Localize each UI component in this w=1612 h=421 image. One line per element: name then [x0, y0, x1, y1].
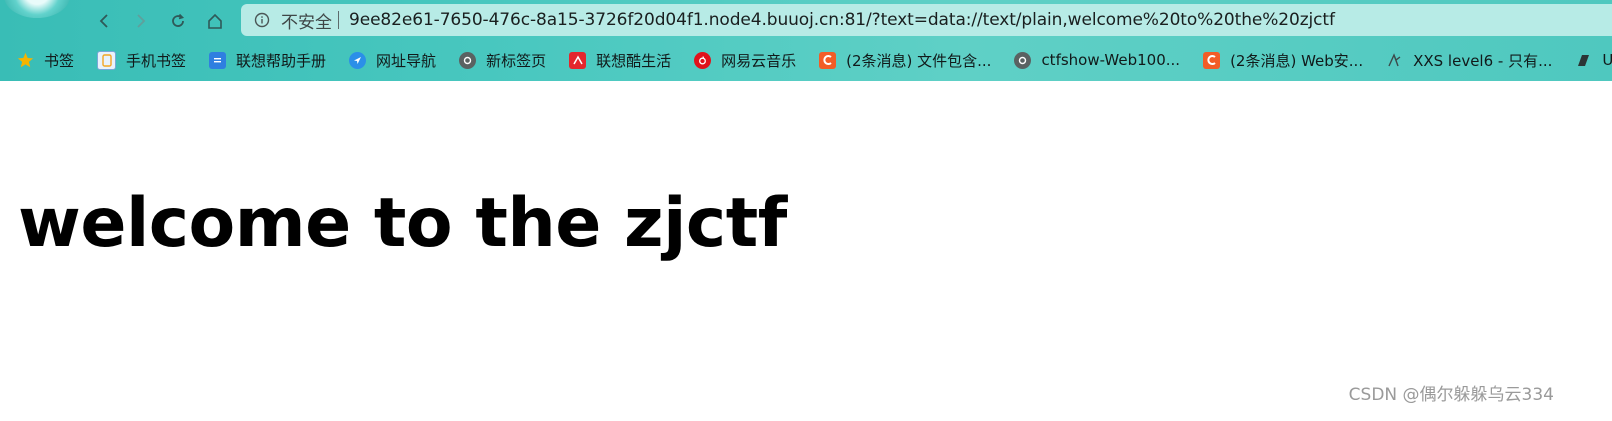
forward-arrow-icon	[137, 14, 146, 28]
security-label[interactable]: 不安全	[281, 8, 332, 33]
bookmarks-bar: 书签 手机书签 联想帮助手册 网址导航 新标签页 联想酷生活 网易云音乐 (2条…	[0, 44, 1612, 76]
bookmark-item[interactable]: (2条消息) Web安...	[1203, 50, 1363, 71]
home-button[interactable]	[202, 8, 228, 34]
bookmark-item[interactable]: (2条消息) 文件包含...	[819, 50, 991, 71]
page-heading: welcome to the zjctf	[18, 184, 787, 263]
url-text[interactable]: 9ee82e61-7650-476c-8a15-3726f20d04f1.nod…	[349, 10, 1335, 30]
browser-logo-icon[interactable]	[4, 0, 70, 18]
phone-icon	[97, 50, 117, 70]
star-icon	[17, 52, 34, 69]
browser-toolbar: 不安全 9ee82e61-7650-476c-8a15-3726f20d04f1…	[0, 0, 1612, 81]
bookmark-icon	[1575, 52, 1592, 69]
address-bar[interactable]: 不安全 9ee82e61-7650-476c-8a15-3726f20d04f1…	[241, 4, 1612, 36]
bookmark-item[interactable]: 网易云音乐	[694, 50, 796, 71]
bookmark-item[interactable]: XXS level6 - 只有...	[1386, 50, 1552, 71]
bookmark-item[interactable]: 书签	[17, 50, 74, 71]
reload-button[interactable]	[165, 8, 191, 34]
back-button[interactable]	[91, 8, 117, 34]
new-tab-icon	[459, 51, 477, 69]
csdn-watermark: CSDN @偶尔躲躲乌云334	[1348, 385, 1554, 405]
compass-icon	[349, 51, 367, 69]
manual-icon	[209, 51, 227, 69]
address-separator	[338, 11, 339, 29]
lenovo-icon	[569, 51, 587, 69]
xss-icon	[1386, 52, 1403, 69]
ctfshow-icon	[1014, 51, 1032, 69]
back-arrow-icon	[99, 14, 108, 28]
bookmark-item[interactable]: Up	[1575, 51, 1612, 69]
bookmark-item[interactable]: 手机书签	[97, 50, 186, 71]
bookmark-item[interactable]: 联想酷生活	[569, 50, 671, 71]
reload-icon	[172, 13, 185, 27]
bookmark-item[interactable]: 新标签页	[459, 50, 546, 71]
forward-button[interactable]	[128, 8, 154, 34]
home-icon	[208, 13, 222, 29]
csdn-icon	[819, 51, 837, 69]
bookmark-item[interactable]: 网址导航	[349, 50, 436, 71]
bookmark-item[interactable]: 联想帮助手册	[209, 50, 326, 71]
csdn-icon	[1203, 51, 1221, 69]
netease-music-icon	[694, 51, 712, 69]
bookmark-item[interactable]: ctfshow-Web100...	[1014, 51, 1180, 69]
info-icon[interactable]	[254, 12, 270, 28]
